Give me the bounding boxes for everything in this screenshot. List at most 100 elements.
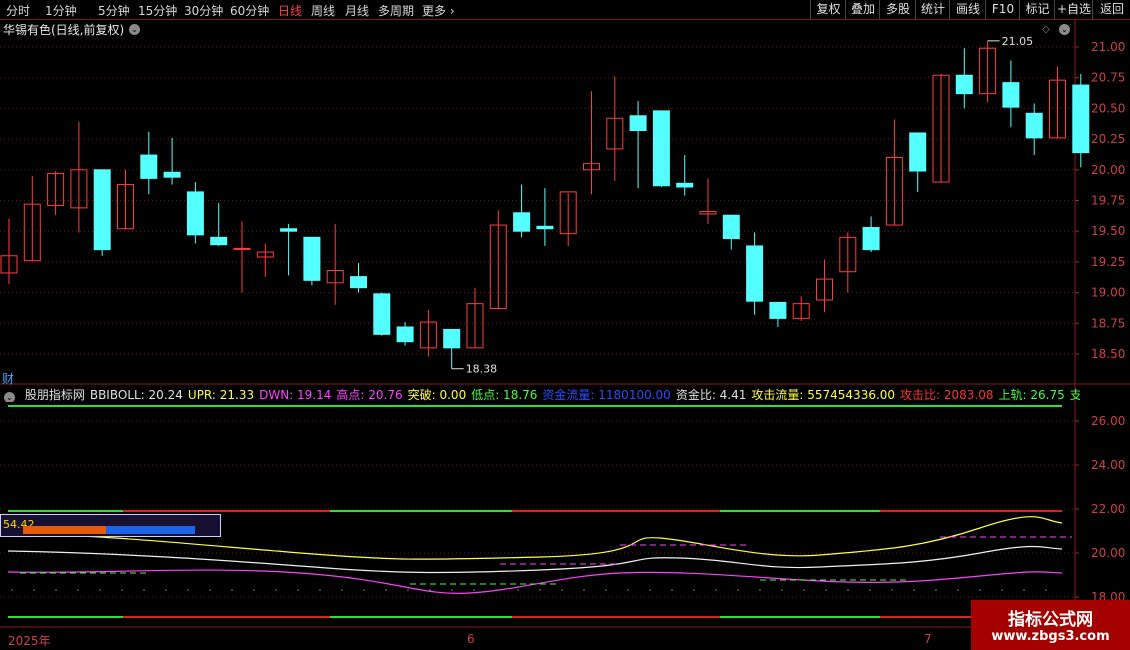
candle-body (955, 74, 973, 95)
indicator-tick-label: 26.00 (1091, 414, 1125, 428)
dot-marker (319, 589, 321, 591)
watermark-logo: 指标公式网 www.zbgs3.com (971, 600, 1130, 650)
price-tick-label: 18.50 (1091, 347, 1125, 361)
price-tick-label: 21.00 (1091, 40, 1125, 54)
dot-marker (649, 589, 651, 591)
date-tick-0: 2025年 (8, 634, 51, 648)
dot-marker (11, 589, 13, 591)
dot-marker (231, 589, 233, 591)
candle-body (396, 326, 414, 343)
dot-marker (253, 589, 255, 591)
high-marker-label: 21.05 (1002, 35, 1034, 48)
dot-marker (1023, 589, 1025, 591)
price-tick-label: 20.25 (1091, 132, 1125, 146)
dot-marker (99, 589, 101, 591)
candle-body (443, 328, 461, 349)
candle-body (1072, 84, 1090, 154)
candle-body (769, 301, 787, 319)
indicator-value-8: 资金比: 4.41 (675, 388, 747, 402)
dot-marker (55, 589, 57, 591)
dot-marker (539, 589, 541, 591)
candle-body (536, 225, 554, 230)
candle-body (140, 154, 158, 179)
indicator-value-12: 支撑: 21.90 (1069, 388, 1080, 402)
candle-body (93, 169, 111, 251)
dot-marker (451, 589, 453, 591)
dot-marker (77, 589, 79, 591)
gauge-red-bar (23, 526, 106, 534)
dot-marker (1001, 589, 1003, 591)
indicator-value-10: 攻击比: 2083.08 (900, 388, 994, 402)
indicator-value-0: 股朋指标网 (24, 388, 85, 402)
indicator-value-11: 上轨: 26.75 (998, 388, 1065, 402)
price-tick-label: 19.50 (1091, 224, 1125, 238)
indicator-value-5: 突破: 0.00 (407, 388, 467, 402)
dot-marker (781, 589, 783, 591)
dot-marker (803, 589, 805, 591)
dot-marker (165, 589, 167, 591)
dot-marker (407, 589, 409, 591)
candle-body (1002, 82, 1020, 108)
dot-marker (143, 589, 145, 591)
dot-marker (737, 589, 739, 591)
indicator-value-2: UPR: 21.33 (187, 388, 255, 402)
date-tick-2: 7 (924, 632, 932, 646)
dot-marker (363, 589, 365, 591)
dot-marker (825, 589, 827, 591)
candle-body (652, 110, 670, 187)
dot-marker (957, 589, 959, 591)
watermark-url: www.zbgs3.com (991, 629, 1110, 644)
price-tick-label: 20.75 (1091, 71, 1125, 85)
dot-marker (715, 589, 717, 591)
candle-body (746, 245, 764, 302)
dot-marker (671, 589, 673, 591)
dot-marker (935, 589, 937, 591)
candle-body (303, 236, 321, 281)
dot-marker (33, 589, 35, 591)
indicator-value-6: 低点: 18.76 (471, 388, 538, 402)
dot-marker (495, 589, 497, 591)
price-tick-label: 18.75 (1091, 316, 1125, 330)
indicator-value-1: BBIBOLL: 20.24 (89, 388, 183, 402)
finance-label[interactable]: 财 (2, 370, 14, 387)
dot-marker (1045, 589, 1047, 591)
indicator-value-4: 高点: 20.76 (336, 388, 403, 402)
candle-body (210, 236, 228, 246)
dot-marker (561, 589, 563, 591)
candle-body (1025, 112, 1043, 139)
dot-marker (341, 589, 343, 591)
indicator-tick-label: 20.00 (1091, 546, 1125, 560)
candle-body (233, 247, 251, 250)
candle-body (513, 212, 531, 232)
price-tick-label: 19.00 (1091, 286, 1125, 300)
price-tick-label: 19.25 (1091, 255, 1125, 269)
candle-body (722, 214, 740, 240)
dot-marker (847, 589, 849, 591)
dot-marker (693, 589, 695, 591)
dot-marker (187, 589, 189, 591)
dot-marker (759, 589, 761, 591)
indicator-value-9: 攻击流量: 557454336.00 (751, 388, 896, 402)
candle-body (373, 293, 391, 335)
gauge-blue-bar (106, 526, 195, 534)
price-tick-label: 20.50 (1091, 101, 1125, 115)
dot-marker (297, 589, 299, 591)
chevron-down-icon[interactable]: ⌄ (4, 392, 15, 402)
dot-marker (913, 589, 915, 591)
candle-body (676, 182, 694, 188)
main-chart: 21.00 20.75 20.50 20.25 20.00 19.75 19.50 19.25… (0, 20, 1130, 650)
watermark-title: 指标公式网 (1008, 610, 1093, 630)
candle-body (186, 191, 204, 236)
bbiboll-line (7, 545, 1063, 574)
indicator-value-3: DWN: 19.14 (259, 388, 332, 402)
dot-marker (891, 589, 893, 591)
indicator-tick-label: 24.00 (1091, 458, 1125, 472)
candle-body (163, 171, 181, 178)
low-marker-label: 18.38 (466, 363, 498, 376)
dot-marker (979, 589, 981, 591)
dot-marker (869, 589, 871, 591)
candle-body (862, 227, 880, 251)
dot-marker (121, 589, 123, 591)
price-tick-label: 19.75 (1091, 194, 1125, 208)
candle-body (909, 132, 927, 172)
